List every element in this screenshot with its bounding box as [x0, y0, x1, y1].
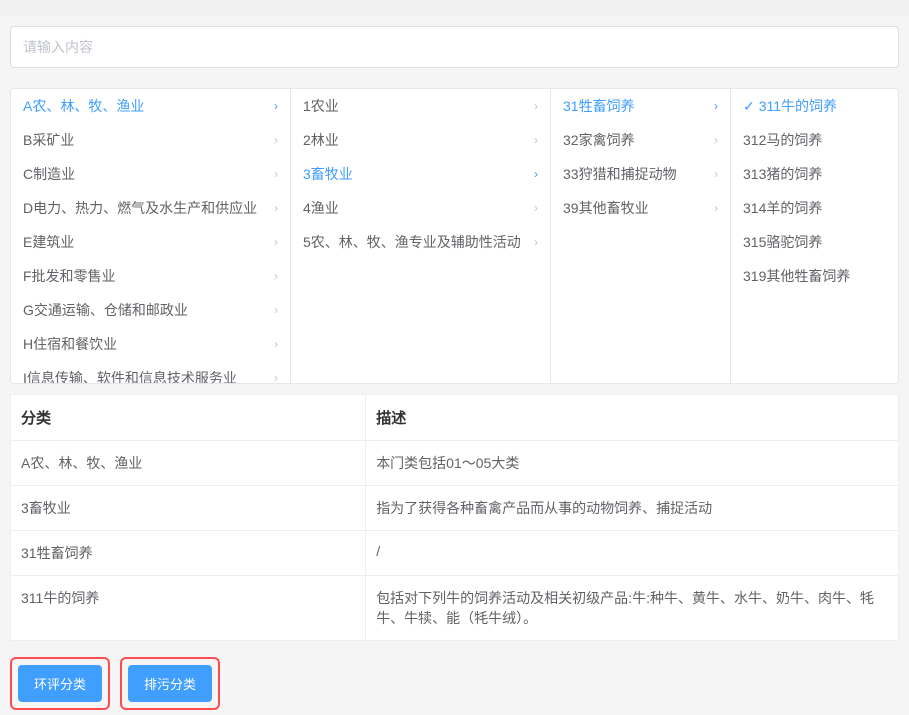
cascader-item-label: 31牲畜饲养 [563, 96, 635, 116]
cascader-item[interactable]: 1农业 › [291, 89, 550, 123]
cascader-item[interactable]: E建筑业 › [11, 225, 290, 259]
chevron-right-icon: › [274, 371, 278, 383]
paiwu-button[interactable]: 排污分类 [128, 665, 212, 702]
chevron-right-icon: › [274, 133, 278, 147]
cascader-item-label: 314羊的饲养 [743, 198, 822, 218]
cascader-item-label: D电力、热力、燃气及水生产和供应业 [23, 198, 257, 218]
chevron-right-icon: › [274, 303, 278, 317]
chevron-right-icon: › [714, 99, 718, 113]
table-cell-category: 3畜牧业 [11, 486, 366, 531]
cascader-item-label: 313猪的饲养 [743, 164, 822, 184]
chevron-right-icon: › [274, 269, 278, 283]
chevron-right-icon: › [534, 235, 538, 249]
chevron-right-icon: › [534, 133, 538, 147]
chevron-right-icon: › [274, 337, 278, 351]
cascader-item-label: 312马的饲养 [743, 130, 822, 150]
cascader-item[interactable]: C制造业 › [11, 157, 290, 191]
cascader-item[interactable]: B采矿业 › [11, 123, 290, 157]
header-category: 分类 [11, 395, 366, 441]
cascader-item-label: ✓311牛的饲养 [743, 96, 837, 116]
huanping-button[interactable]: 环评分类 [18, 665, 102, 702]
chevron-right-icon: › [274, 201, 278, 215]
cascader-item-label: C制造业 [23, 164, 75, 184]
cascader-item-label: H住宿和餐饮业 [23, 334, 117, 354]
cascader-column-4: ✓311牛的饲养 312马的饲养 313猪的饲养 314羊的饲养 315骆驼饲养 319其… [731, 89, 899, 383]
table-cell-description: / [366, 531, 899, 576]
chevron-right-icon: › [274, 235, 278, 249]
cascader-item[interactable]: 31牲畜饲养 › [551, 89, 730, 123]
cascader-item[interactable]: 33狩猎和捕捉动物 › [551, 157, 730, 191]
header-description: 描述 [366, 395, 899, 441]
chevron-right-icon: › [534, 99, 538, 113]
chevron-right-icon: › [714, 133, 718, 147]
table-row: 31牲畜饲养/ [11, 531, 899, 576]
cascader-item-label: F批发和零售业 [23, 266, 116, 286]
cascader-item-label: 5农、林、牧、渔专业及辅助性活动 [303, 232, 521, 252]
cascader-item-label: G交通运输、仓储和邮政业 [23, 300, 188, 320]
top-bar [0, 0, 909, 16]
cascader-item[interactable]: G交通运输、仓储和邮政业 › [11, 293, 290, 327]
description-table: 分类 描述 A农、林、牧、渔业本门类包括01〜05大类3畜牧业指为了获得各种畜禽… [10, 394, 899, 641]
cascader-item-label: 33狩猎和捕捉动物 [563, 164, 677, 184]
table-cell-description: 指为了获得各种畜禽产品而从事的动物饲养、捕捉活动 [366, 486, 899, 531]
chevron-right-icon: › [274, 99, 278, 113]
cascader-item-label: 2林业 [303, 130, 339, 150]
cascader-item-label: E建筑业 [23, 232, 74, 252]
chevron-right-icon: › [714, 167, 718, 181]
cascader-item[interactable]: 39其他畜牧业 › [551, 191, 730, 225]
chevron-right-icon: › [534, 201, 538, 215]
cascader-item-label: 3畜牧业 [303, 164, 353, 184]
button-highlight-frame: 环评分类 [10, 657, 110, 710]
cascader-item[interactable]: A农、林、牧、渔业 › [11, 89, 290, 123]
checkmark-icon: ✓ [743, 98, 755, 114]
cascader-item[interactable]: 4渔业 › [291, 191, 550, 225]
cascader-item[interactable]: 314羊的饲养 [731, 191, 899, 225]
cascader-item[interactable]: I信息传输、软件和信息技术服务业 › [11, 361, 290, 383]
cascader-item-label: 315骆驼饲养 [743, 232, 822, 252]
table-row: 3畜牧业指为了获得各种畜禽产品而从事的动物饲养、捕捉活动 [11, 486, 899, 531]
button-highlight-frame: 排污分类 [120, 657, 220, 710]
chevron-right-icon: › [274, 167, 278, 181]
chevron-right-icon: › [534, 167, 538, 181]
cascader-item[interactable]: 312马的饲养 [731, 123, 899, 157]
table-row: A农、林、牧、渔业本门类包括01〜05大类 [11, 441, 899, 486]
cascader-item[interactable]: 3畜牧业 › [291, 157, 550, 191]
button-row: 环评分类 排污分类 [0, 651, 909, 710]
cascader-column-3: 31牲畜饲养 › 32家禽饲养 › 33狩猎和捕捉动物 › 39其他畜牧业 › [551, 89, 731, 383]
cascader-item-label: A农、林、牧、渔业 [23, 96, 144, 116]
table-cell-description: 本门类包括01〜05大类 [366, 441, 899, 486]
cascader-panel: A农、林、牧、渔业›B采矿业›C制造业›D电力、热力、燃气及水生产和供应业›E建… [10, 88, 899, 384]
cascader-item[interactable]: H住宿和餐饮业 › [11, 327, 290, 361]
cascader-item[interactable]: ✓311牛的饲养 [731, 89, 899, 123]
cascader-item-label: 319其他牲畜饲养 [743, 266, 850, 286]
table-cell-category: 311牛的饲养 [11, 576, 366, 641]
table-cell-category: A农、林、牧、渔业 [11, 441, 366, 486]
cascader-item[interactable]: 319其他牲畜饲养 [731, 259, 899, 293]
chevron-right-icon: › [714, 201, 718, 215]
table-cell-category: 31牲畜饲养 [11, 531, 366, 576]
cascader-column-2: 1农业 › 2林业 › 3畜牧业 › 4渔业 › 5农、林、牧、渔专业及辅助性活动 › [291, 89, 551, 383]
cascader-item-label: I信息传输、软件和信息技术服务业 [23, 368, 237, 383]
cascader-item-label: 39其他畜牧业 [563, 198, 649, 218]
cascader-item[interactable]: 313猪的饲养 [731, 157, 899, 191]
cascader-item[interactable]: 315骆驼饲养 [731, 225, 899, 259]
cascader-column-1: A农、林、牧、渔业›B采矿业›C制造业›D电力、热力、燃气及水生产和供应业›E建… [11, 89, 291, 383]
cascader-item-label: 4渔业 [303, 198, 339, 218]
search-container [0, 16, 909, 78]
cascader-item[interactable]: D电力、热力、燃气及水生产和供应业 › [11, 191, 290, 225]
cascader-item[interactable]: F批发和零售业 › [11, 259, 290, 293]
table-row: 311牛的饲养包括对下列牛的饲养活动及相关初级产品:牛:种牛、黄牛、水牛、奶牛、… [11, 576, 899, 641]
search-input[interactable] [10, 26, 899, 68]
cascader-item[interactable]: 2林业 › [291, 123, 550, 157]
cascader-item[interactable]: 5农、林、牧、渔专业及辅助性活动 › [291, 225, 550, 259]
cascader-item-label: 1农业 [303, 96, 339, 116]
cascader-item-label: B采矿业 [23, 130, 74, 150]
cascader-item-label: 32家禽饲养 [563, 130, 635, 150]
table-cell-description: 包括对下列牛的饲养活动及相关初级产品:牛:种牛、黄牛、水牛、奶牛、肉牛、牦牛、牛… [366, 576, 899, 641]
cascader-item[interactable]: 32家禽饲养 › [551, 123, 730, 157]
